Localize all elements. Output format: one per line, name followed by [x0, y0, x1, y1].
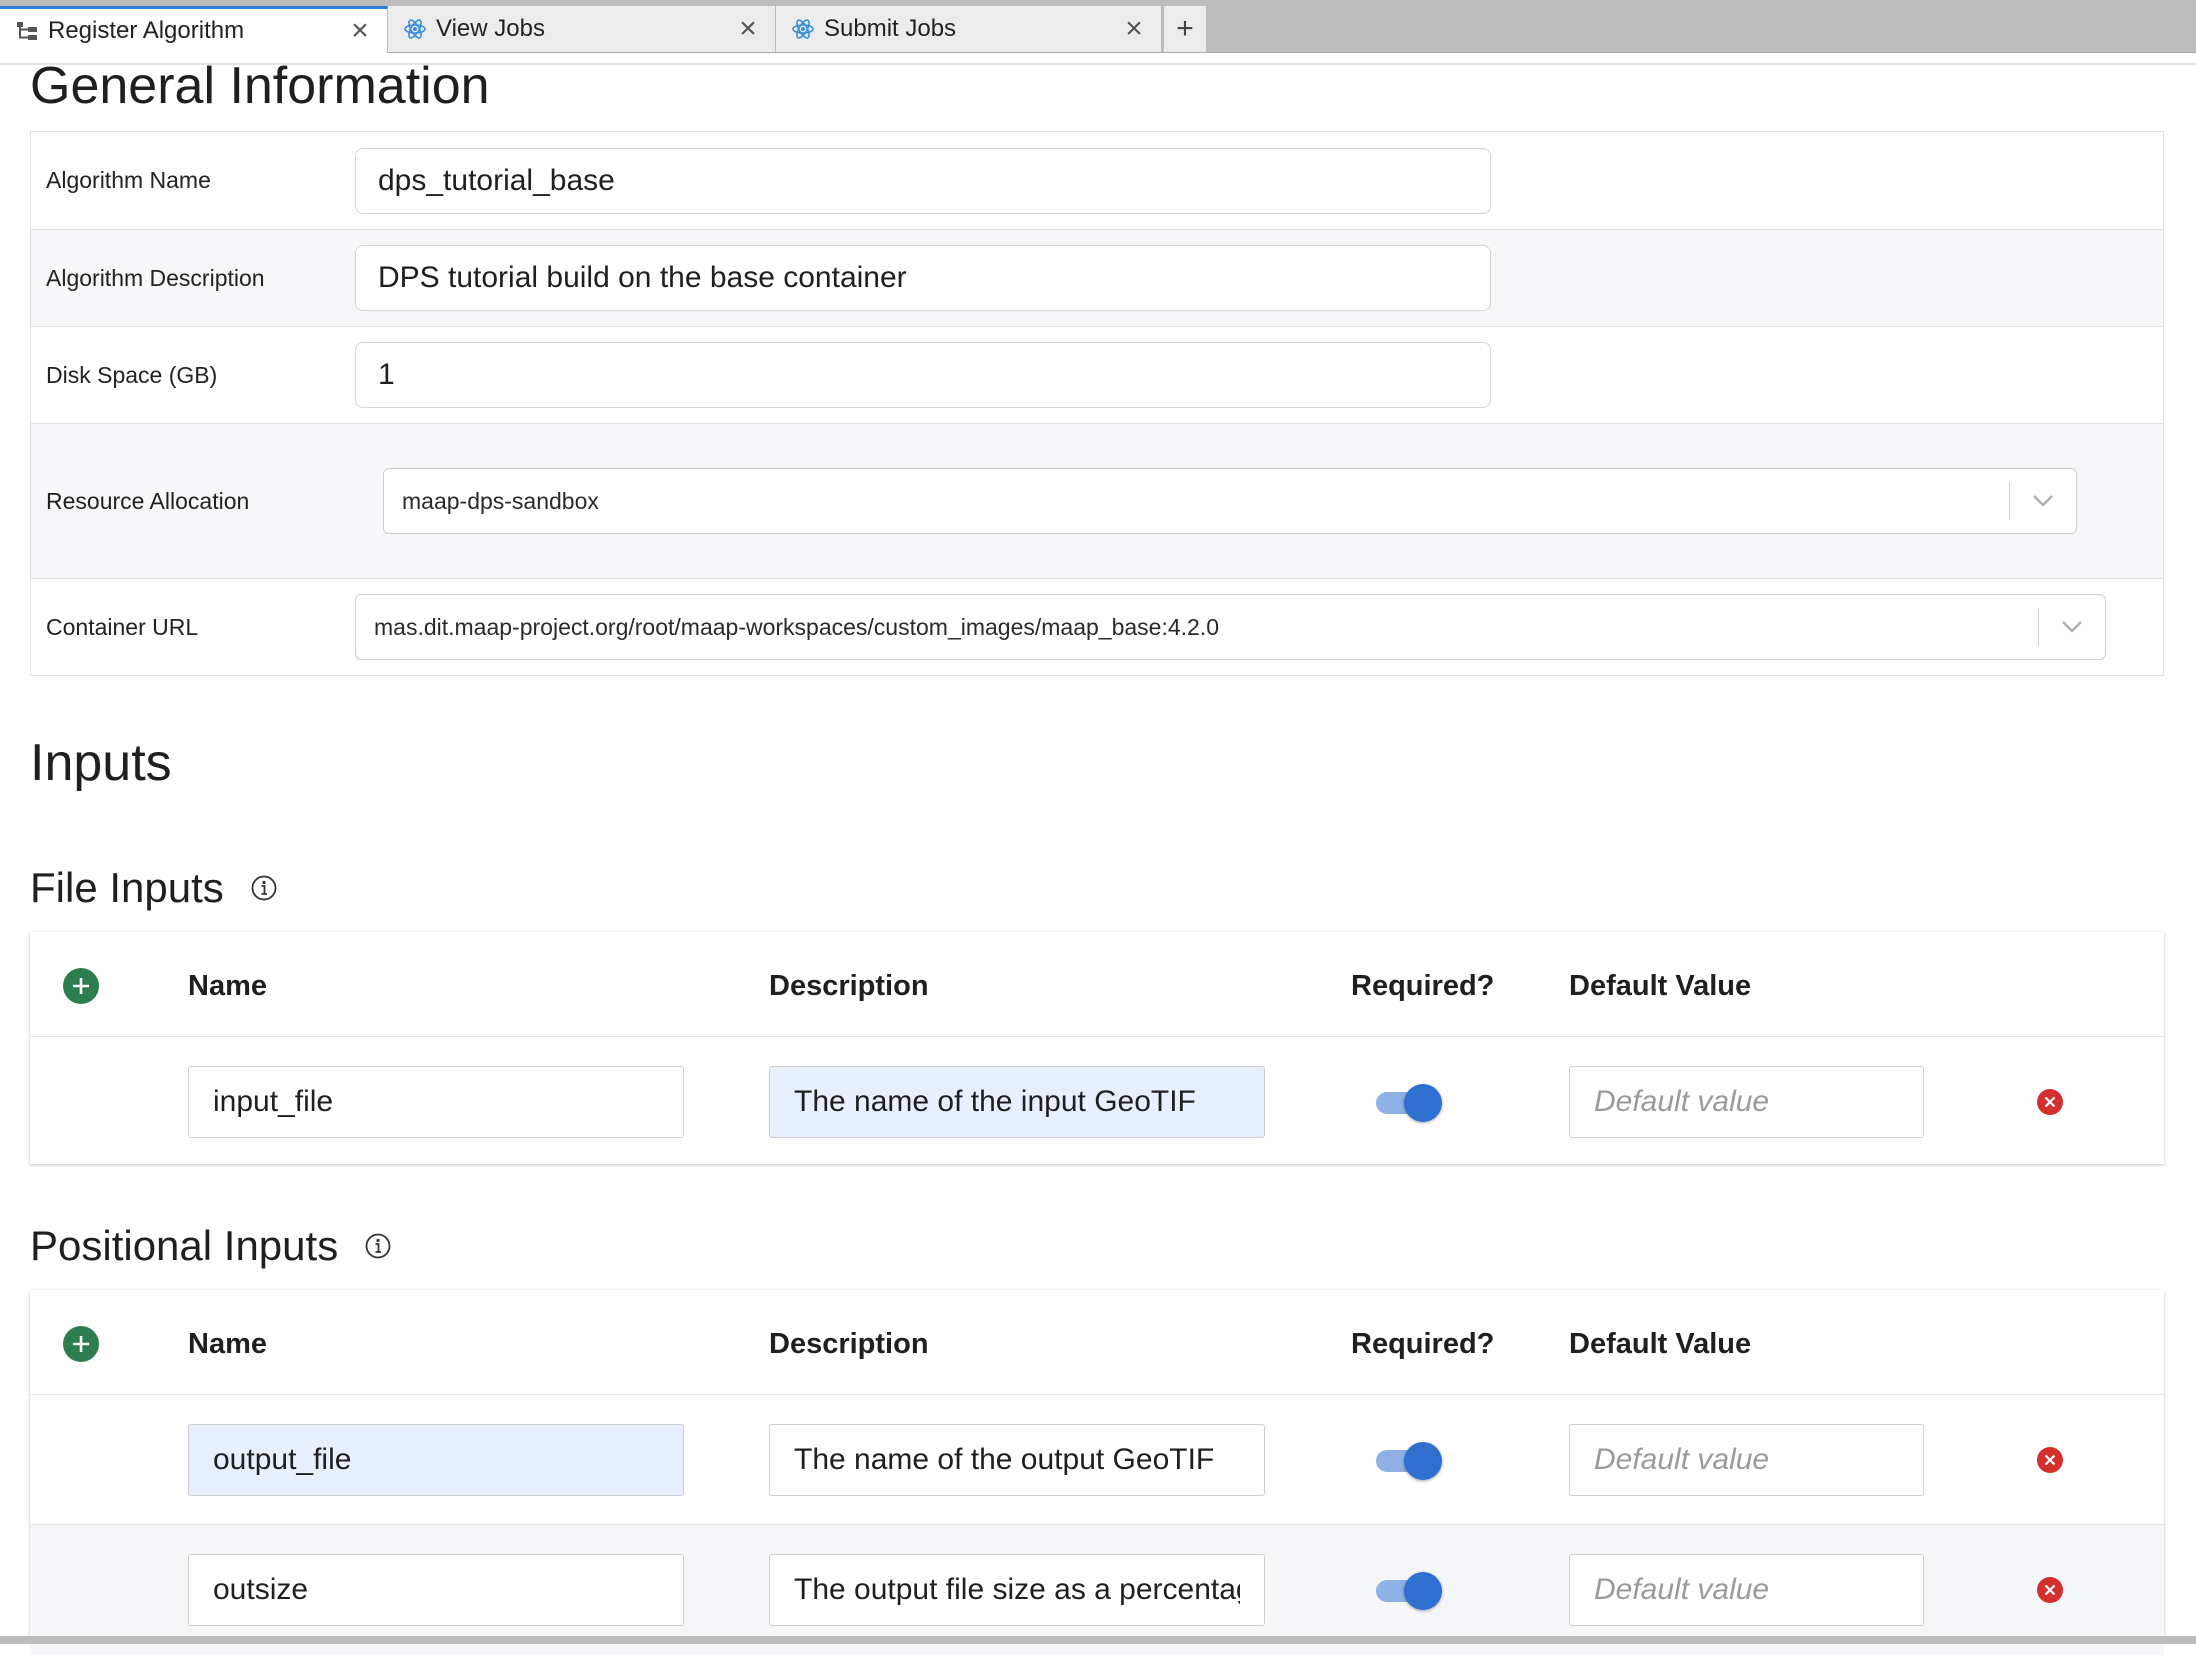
default-value-field[interactable]	[1569, 1554, 1924, 1626]
table-row	[30, 1037, 2164, 1167]
toggle-knob	[1404, 1442, 1442, 1480]
input-name-field[interactable]	[188, 1554, 684, 1626]
resource-allocation-row: Resource Allocation maap-dps-sandbox	[31, 423, 2163, 578]
disk-space-input[interactable]	[355, 342, 1491, 408]
react-atom-icon	[790, 16, 816, 42]
section-title-general: General Information	[30, 57, 490, 115]
file-inputs-table: Name Description Required? Default Value	[30, 932, 2164, 1164]
table-header: Name Description Required? Default Value	[30, 932, 2164, 1037]
column-header-name: Name	[188, 1328, 267, 1360]
section-title-inputs: Inputs	[30, 734, 172, 792]
column-header-default: Default Value	[1569, 1328, 1752, 1360]
general-info-form: Algorithm Name Algorithm Description Dis…	[30, 131, 2164, 676]
info-icon[interactable]	[250, 874, 278, 902]
column-header-required: Required?	[1351, 970, 1495, 1002]
positional-inputs-table: Name Description Required? Default Value	[30, 1290, 2164, 1655]
required-toggle[interactable]	[1372, 1084, 1444, 1122]
toggle-knob	[1404, 1084, 1442, 1122]
file-inputs-title: File Inputs	[30, 864, 224, 911]
algorithm-name-label: Algorithm Name	[46, 167, 211, 193]
info-icon[interactable]	[364, 1232, 392, 1260]
positional-inputs-heading: Positional Inputs	[30, 1222, 392, 1270]
column-header-description: Description	[769, 1328, 929, 1360]
container-url-select[interactable]: mas.dit.maap-project.org/root/maap-works…	[355, 594, 2106, 660]
resource-allocation-select[interactable]: maap-dps-sandbox	[383, 468, 2077, 534]
tab-submit-jobs[interactable]: Submit Jobs ×	[776, 6, 1162, 52]
input-description-field[interactable]	[769, 1066, 1265, 1138]
input-name-field[interactable]	[188, 1066, 684, 1138]
tab-register-algorithm[interactable]: Register Algorithm ×	[0, 6, 388, 53]
window-bottom-border	[0, 1636, 2196, 1644]
required-toggle[interactable]	[1372, 1572, 1444, 1610]
file-inputs-heading: File Inputs	[30, 864, 278, 912]
tab-label: Submit Jobs	[824, 15, 957, 42]
delete-row-button[interactable]	[2037, 1447, 2063, 1473]
input-description-field[interactable]	[769, 1554, 1265, 1626]
input-name-field[interactable]	[188, 1424, 684, 1496]
resource-allocation-label: Resource Allocation	[46, 487, 250, 514]
resource-allocation-value: maap-dps-sandbox	[402, 487, 599, 514]
close-icon[interactable]: ×	[345, 14, 375, 47]
delete-row-button[interactable]	[2037, 1089, 2063, 1115]
new-tab-button[interactable]: +	[1164, 6, 1206, 52]
algorithm-description-label: Algorithm Description	[46, 264, 265, 291]
toggle-knob	[1404, 1572, 1442, 1610]
react-atom-icon	[402, 16, 428, 42]
close-icon[interactable]: ×	[1119, 12, 1149, 45]
disk-space-label: Disk Space (GB)	[46, 361, 218, 388]
table-row	[30, 1395, 2164, 1525]
input-description-field[interactable]	[769, 1424, 1265, 1496]
delete-row-button[interactable]	[2037, 1577, 2063, 1603]
tab-label: Register Algorithm	[48, 17, 245, 44]
column-header-default: Default Value	[1569, 970, 1752, 1002]
required-toggle[interactable]	[1372, 1442, 1444, 1480]
algorithm-description-input[interactable]	[355, 245, 1491, 311]
container-url-label: Container URL	[46, 613, 199, 640]
algorithm-name-row: Algorithm Name	[31, 132, 2163, 229]
positional-inputs-title: Positional Inputs	[30, 1222, 339, 1269]
chevron-down-icon[interactable]	[2010, 494, 2076, 508]
column-header-name: Name	[188, 970, 267, 1002]
tab-label: View Jobs	[436, 15, 545, 42]
column-header-required: Required?	[1351, 1328, 1495, 1360]
column-header-description: Description	[769, 970, 929, 1002]
disk-space-row: Disk Space (GB)	[31, 326, 2163, 423]
table-header: Name Description Required? Default Value	[30, 1290, 2164, 1395]
add-row-button[interactable]	[63, 1326, 99, 1362]
chevron-down-icon[interactable]	[2039, 620, 2105, 634]
tab-bar: Register Algorithm × View Jobs × Submit …	[0, 0, 2196, 53]
tree-structure-icon	[14, 18, 40, 44]
tab-view-jobs[interactable]: View Jobs ×	[388, 6, 776, 52]
algorithm-name-input[interactable]	[355, 147, 1491, 214]
default-value-field[interactable]	[1569, 1424, 1924, 1496]
close-icon[interactable]: ×	[733, 12, 763, 45]
container-url-row: Container URL mas.dit.maap-project.org/r…	[31, 578, 2163, 675]
algorithm-description-row: Algorithm Description	[31, 229, 2163, 326]
container-url-value: mas.dit.maap-project.org/root/maap-works…	[374, 613, 1220, 640]
add-row-button[interactable]	[63, 968, 99, 1004]
default-value-field[interactable]	[1569, 1066, 1924, 1138]
